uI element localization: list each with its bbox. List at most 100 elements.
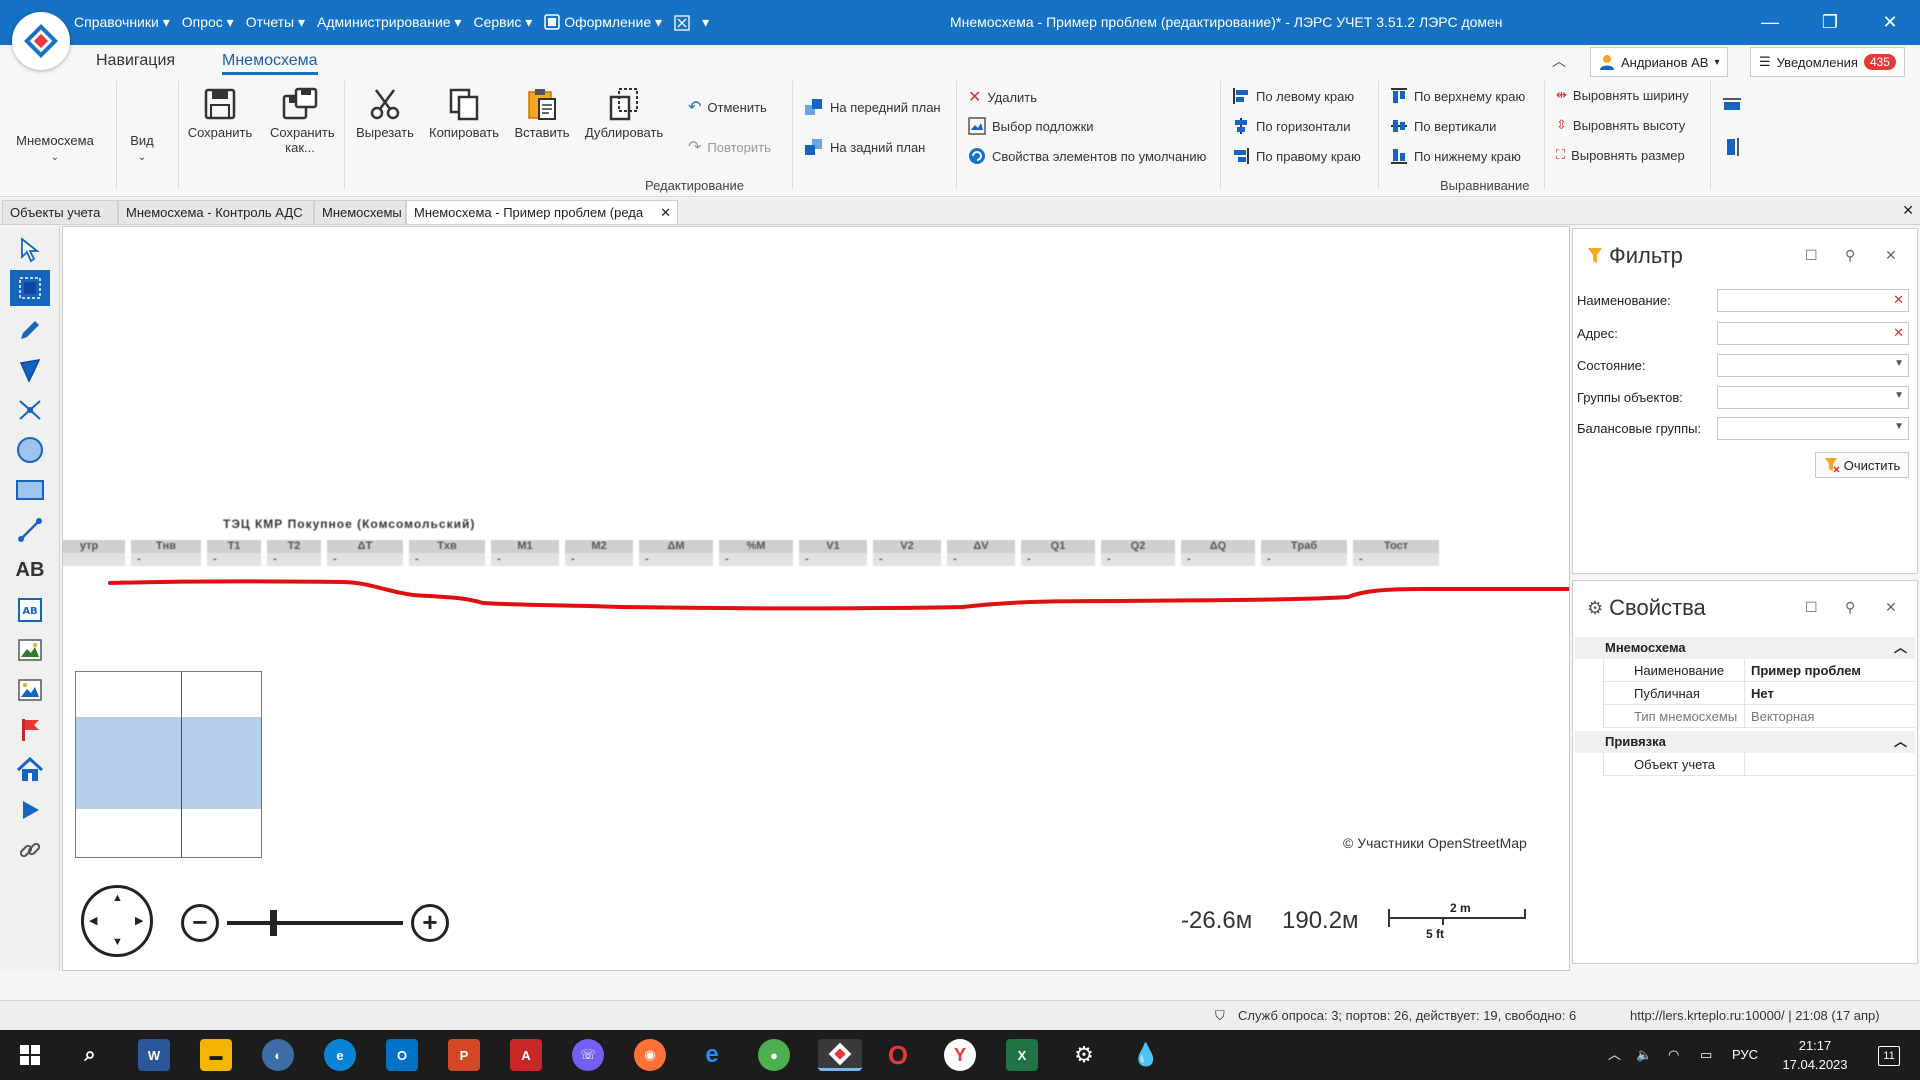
delete-button[interactable]: ✕ Удалить: [968, 87, 1037, 107]
parameter-cell[interactable]: %M -: [719, 540, 793, 566]
prop-row-name[interactable]: Наименование Пример проблем: [1603, 659, 1915, 682]
align-vcenter-button[interactable]: По вертикали: [1390, 117, 1496, 135]
tab-mnemoscheme[interactable]: Мнемосхема: [222, 52, 318, 75]
duplicate-button[interactable]: Дублировать: [578, 87, 670, 140]
align-left-button[interactable]: По левому краю: [1232, 87, 1354, 105]
prop-row-object[interactable]: Объект учета: [1603, 753, 1915, 776]
same-size-button[interactable]: ⛶ Выровнять размер: [1556, 147, 1685, 163]
app-logo[interactable]: [12, 12, 70, 70]
clear-field-icon[interactable]: ✕: [1893, 292, 1904, 308]
menu-references[interactable]: Справочники ▾: [74, 14, 170, 31]
parameter-cell[interactable]: T2-: [267, 540, 321, 566]
lers-taskbar-icon[interactable]: [818, 1039, 862, 1071]
firefox-icon[interactable]: ◉: [634, 1039, 666, 1071]
acrobat-icon[interactable]: A: [510, 1039, 542, 1071]
mnemoscheme-canvas[interactable]: ТЭЦ КМР Покупное (Комсомольский) утр-Тнв…: [62, 226, 1570, 971]
tool-link[interactable]: [10, 832, 50, 868]
backdrop-button[interactable]: Выбор подложки: [968, 117, 1094, 135]
send-back-button[interactable]: На задний план: [804, 137, 925, 157]
opera-icon[interactable]: O: [882, 1039, 914, 1071]
tool-flag[interactable]: [10, 712, 50, 748]
collapse-icon[interactable]: ︿: [1894, 731, 1907, 753]
prop-category-binding[interactable]: Привязка ︿: [1575, 731, 1915, 753]
text-icon[interactable]: AB: [10, 552, 50, 588]
drop-app-icon[interactable]: 💧: [1130, 1039, 1162, 1071]
restore-button[interactable]: ❐: [1800, 0, 1860, 45]
maximize-panel-icon[interactable]: ☐: [1805, 247, 1818, 264]
redo-button[interactable]: ↷ Повторить: [688, 137, 771, 157]
zoom-slider[interactable]: [227, 910, 403, 936]
tool-ellipse[interactable]: [10, 432, 50, 468]
cut-button[interactable]: Вырезать: [350, 87, 420, 140]
settings-gear-icon[interactable]: ⚙: [1068, 1039, 1100, 1071]
parameter-cell[interactable]: ΔT -: [327, 540, 403, 566]
menu-reports[interactable]: Отчеты ▾: [246, 14, 305, 31]
address-filter-input[interactable]: ✕: [1717, 322, 1909, 345]
pin-icon[interactable]: ⚲: [1845, 599, 1855, 616]
tool-rectangle[interactable]: [10, 472, 50, 508]
overview-minimap[interactable]: [75, 671, 262, 858]
balance-filter-select[interactable]: ▼: [1717, 417, 1909, 440]
zoom-out-button[interactable]: −: [181, 904, 219, 942]
excel-icon[interactable]: X: [1006, 1039, 1038, 1071]
doctab-problems-example[interactable]: Мнемосхема - Пример проблем (реда ✕: [406, 200, 678, 224]
battery-icon[interactable]: ▭: [1700, 1030, 1712, 1080]
outlook-icon[interactable]: O: [386, 1039, 418, 1071]
globe-app-icon[interactable]: ◐: [262, 1039, 294, 1071]
parameter-cell[interactable]: Q2-: [1101, 540, 1175, 566]
tool-map-image[interactable]: [10, 672, 50, 708]
align-top-button[interactable]: По верхнему краю: [1390, 87, 1525, 105]
clear-field-icon[interactable]: ✕: [1893, 325, 1904, 341]
undo-button[interactable]: ↶ Отменить: [688, 97, 767, 117]
parameter-cell[interactable]: T1-: [207, 540, 261, 566]
viber-icon[interactable]: ☏: [572, 1039, 604, 1071]
clear-filter-button[interactable]: Очистить: [1815, 452, 1909, 478]
distribute-v-button[interactable]: [1722, 137, 1742, 157]
menu-design[interactable]: Оформление ▾: [544, 14, 662, 31]
prop-value[interactable]: Нет: [1751, 682, 1774, 705]
parameter-cell[interactable]: M1-: [491, 540, 559, 566]
explorer-folder-icon[interactable]: ▬: [200, 1039, 232, 1071]
menu-service[interactable]: Сервис ▾: [473, 14, 532, 31]
tool-line[interactable]: [10, 512, 50, 548]
parameter-cell[interactable]: Tраб -: [1261, 540, 1347, 566]
parameter-cell[interactable]: Тнв -: [131, 540, 201, 566]
volume-icon[interactable]: 🔈: [1636, 1030, 1652, 1080]
view-dropdown[interactable]: Вид ⌄: [124, 133, 160, 163]
language-indicator[interactable]: РУС: [1732, 1030, 1758, 1080]
align-bottom-button[interactable]: По нижнему краю: [1390, 147, 1521, 165]
search-icon[interactable]: ⌕: [74, 1039, 106, 1071]
close-window-button[interactable]: ✕: [1860, 0, 1920, 45]
parameter-cell[interactable]: Q1-: [1021, 540, 1095, 566]
close-panel-icon[interactable]: ✕: [1885, 247, 1897, 264]
menu-poll[interactable]: Опрос ▾: [182, 14, 234, 31]
word-icon[interactable]: W: [138, 1039, 170, 1071]
save-button[interactable]: Сохранить: [182, 87, 258, 140]
collapse-icon[interactable]: ︿: [1894, 637, 1907, 659]
same-width-button[interactable]: ⇹ Выровнять ширину: [1556, 87, 1689, 103]
close-all-tabs-icon[interactable]: ✕: [1902, 202, 1914, 219]
chrome-icon[interactable]: ●: [758, 1039, 790, 1071]
default-props-button[interactable]: Свойства элементов по умолчанию: [968, 147, 1206, 165]
tool-play[interactable]: [10, 792, 50, 828]
same-height-button[interactable]: ⇳ Выровнять высоту: [1556, 117, 1685, 133]
menu-admin[interactable]: Администрирование ▾: [317, 14, 461, 31]
parameter-cell[interactable]: ΔM -: [639, 540, 713, 566]
parameter-cell[interactable]: Тост -: [1353, 540, 1439, 566]
user-menu[interactable]: Андрианов АВ ▾: [1590, 47, 1729, 77]
pan-left-icon[interactable]: ◀: [89, 914, 97, 927]
collapse-ribbon-icon[interactable]: ︿: [1552, 51, 1566, 71]
tool-pencil[interactable]: [10, 312, 50, 348]
maximize-panel-icon[interactable]: ☐: [1805, 599, 1818, 616]
edge-icon[interactable]: e: [324, 1039, 356, 1071]
zoom-in-button[interactable]: +: [411, 904, 449, 942]
parameter-cell[interactable]: V1-: [799, 540, 867, 566]
action-center-icon[interactable]: 11: [1878, 1030, 1900, 1080]
close-panel-icon[interactable]: ✕: [1885, 599, 1897, 616]
align-hcenter-button[interactable]: По горизонтали: [1232, 117, 1350, 135]
tool-building[interactable]: [10, 752, 50, 788]
pan-down-icon[interactable]: ▼: [112, 936, 123, 948]
tray-chevron-icon[interactable]: ︿: [1608, 1030, 1621, 1080]
doctab-objects[interactable]: Объекты учета: [2, 200, 118, 224]
groups-filter-select[interactable]: ▼: [1717, 386, 1909, 409]
